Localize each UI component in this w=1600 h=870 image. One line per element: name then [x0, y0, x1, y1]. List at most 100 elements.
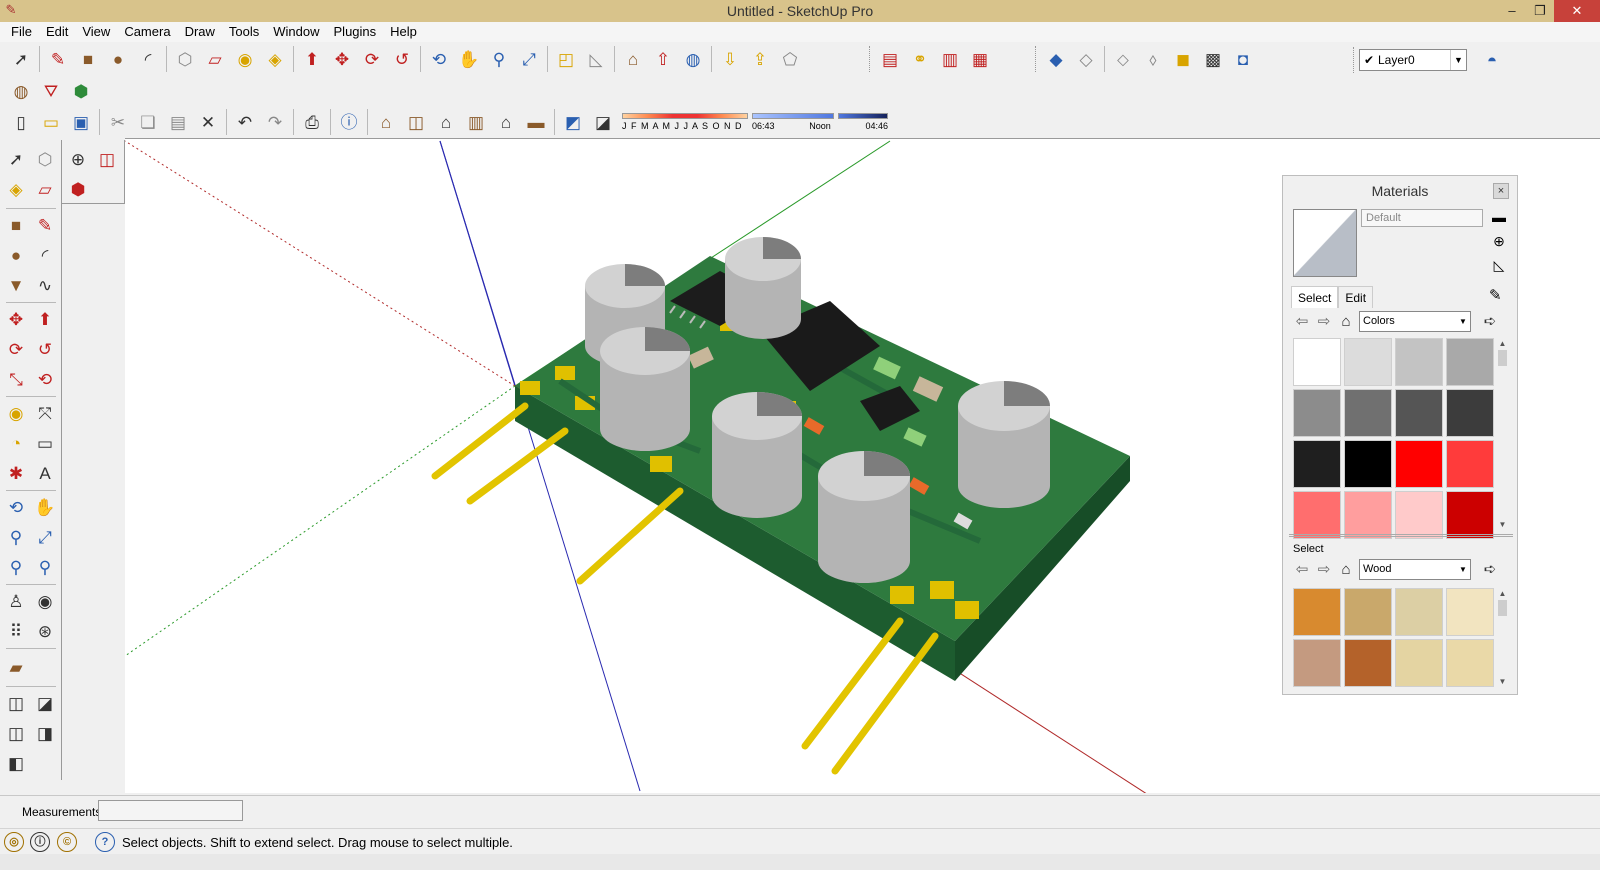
pdf-export-icon[interactable]: ▥ [935, 44, 965, 74]
menu-help[interactable]: Help [383, 22, 424, 42]
rotate-tool-icon[interactable]: ⟳ [2, 336, 30, 364]
material-swatch[interactable] [1293, 639, 1341, 687]
position-camera-icon[interactable]: ♙ [2, 588, 30, 616]
previous-view-icon[interactable]: ⚲ [2, 554, 30, 582]
color-swatches-scrollbar[interactable]: ▲ ▼ [1496, 338, 1509, 531]
eraser-tool-icon[interactable]: ▱ [200, 44, 230, 74]
intersect-icon[interactable]: ◪ [31, 690, 59, 718]
shadow-sliders[interactable]: J F M A M J J A S O N D 06:43 Noon 04:46 [622, 113, 888, 131]
materials-close-button[interactable]: × [1493, 183, 1509, 199]
follow-me-icon[interactable]: ↺ [31, 336, 59, 364]
get-models-icon[interactable]: ⇩ [715, 44, 745, 74]
section-plane-icon[interactable]: ⊛ [31, 618, 59, 646]
rectangle-tool-icon[interactable]: ■ [73, 44, 103, 74]
create-material-icon[interactable]: ⊕ [1489, 233, 1509, 257]
xray-style-icon[interactable]: ◆ [1041, 44, 1071, 74]
menu-file[interactable]: File [4, 22, 39, 42]
geolocation-icon[interactable]: ◎ [4, 832, 24, 852]
look-around-icon[interactable]: ◉ [31, 588, 59, 616]
material-swatch[interactable] [1293, 588, 1341, 636]
walk-tool-icon[interactable]: ⠿ [2, 618, 30, 646]
close-button[interactable]: ✕ [1554, 0, 1600, 22]
extension-warehouse-icon[interactable]: ⬠ [775, 44, 805, 74]
forward-arrow-icon[interactable]: ⇨ [1313, 560, 1335, 578]
circle-tool-icon[interactable]: ● [103, 44, 133, 74]
share-component-icon[interactable]: ⇪ [745, 44, 775, 74]
menu-camera[interactable]: Camera [117, 22, 177, 42]
polygon-tool-icon[interactable]: ▼ [2, 272, 30, 300]
zoom-extents-icon[interactable]: ⤢ [31, 524, 59, 552]
help-icon[interactable]: ? [95, 832, 115, 852]
orbit-tool-icon[interactable]: ⟲ [424, 44, 454, 74]
material-swatch[interactable] [1446, 389, 1494, 437]
scale-tool-icon[interactable]: ⤡ [2, 366, 30, 394]
material-swatch[interactable] [1395, 491, 1443, 539]
material-swatch[interactable] [1446, 588, 1494, 636]
menu-edit[interactable]: Edit [39, 22, 75, 42]
material-swatch[interactable] [1293, 338, 1341, 386]
iso-view-icon[interactable]: ⌂ [371, 107, 401, 137]
pencil-tool-icon[interactable]: ✎ [43, 44, 73, 74]
material-swatch[interactable] [1395, 588, 1443, 636]
material-swatch[interactable] [1395, 440, 1443, 488]
menu-view[interactable]: View [75, 22, 117, 42]
layer-dropdown[interactable]: ✔ Layer0 ▼ [1359, 49, 1467, 71]
open-file-icon[interactable]: ▭ [36, 107, 66, 137]
collection-dropdown-colors[interactable]: Colors ▼ [1359, 310, 1471, 332]
tape-measure-icon[interactable]: ◉ [230, 44, 260, 74]
select-tool-icon[interactable]: ➚ [6, 44, 36, 74]
scroll-thumb[interactable] [1498, 600, 1507, 616]
material-swatch[interactable] [1395, 338, 1443, 386]
material-name-field[interactable]: Default [1361, 209, 1483, 227]
back-arrow-icon[interactable]: ⇦ [1291, 312, 1313, 330]
right-view-icon[interactable]: ▥ [461, 107, 491, 137]
compass-icon[interactable]: ⊕ [64, 146, 92, 174]
sandbox-scratch-icon[interactable]: ⛛ [36, 76, 66, 106]
protractor-icon[interactable]: ◔ [2, 430, 30, 458]
material-swatch[interactable] [1446, 440, 1494, 488]
home-icon[interactable]: ⌂ [1335, 313, 1357, 330]
union-icon[interactable]: ◫ [2, 720, 30, 748]
model-info-icon[interactable]: ⓘ [334, 107, 364, 137]
make-component-icon[interactable]: ⬡ [170, 44, 200, 74]
material-swatch[interactable] [1344, 588, 1392, 636]
google-earth-icon[interactable]: ◍ [678, 44, 708, 74]
details-arrow-icon[interactable]: ➪ [1479, 312, 1501, 330]
eraser-tool-icon[interactable]: ▱ [31, 176, 59, 204]
back-arrow-icon[interactable]: ⇦ [1291, 560, 1313, 578]
sandbox-from-contours-icon[interactable]: ▰ [2, 654, 30, 682]
line-tool-icon[interactable]: ✎ [31, 212, 59, 240]
cut-icon[interactable]: ✂ [103, 107, 133, 137]
outer-shell-icon[interactable]: ◫ [2, 690, 30, 718]
material-swatch[interactable] [1446, 491, 1494, 539]
paint-bucket-icon[interactable]: ◈ [2, 176, 30, 204]
zoom-extents-icon[interactable]: ⤢ [514, 44, 544, 74]
orbit-tool-icon[interactable]: ⟲ [2, 494, 30, 522]
material-swatch[interactable] [1344, 440, 1392, 488]
material-swatch[interactable] [1293, 440, 1341, 488]
material-swatch[interactable] [1344, 338, 1392, 386]
tab-select[interactable]: Select [1291, 286, 1339, 308]
handshake-icon[interactable]: ⚭ [905, 44, 935, 74]
offset-tool-icon[interactable]: ⟲ [31, 366, 59, 394]
menu-tools[interactable]: Tools [222, 22, 266, 42]
back-edges-icon[interactable]: ◇ [1071, 44, 1101, 74]
left-view-icon[interactable]: ▬ [521, 107, 551, 137]
print-icon[interactable]: ⎙ [297, 107, 327, 137]
collection-dropdown-wood[interactable]: Wood ▼ [1359, 558, 1471, 580]
monochrome-style-icon[interactable]: ◘ [1228, 44, 1258, 74]
save-icon[interactable]: ▣ [66, 107, 96, 137]
follow-me-icon[interactable]: ↺ [387, 44, 417, 74]
push-pull-icon[interactable]: ⬆ [31, 306, 59, 334]
new-file-icon[interactable]: ▯ [6, 107, 36, 137]
export-pdf-icon[interactable]: ▤ [875, 44, 905, 74]
details-icon[interactable]: ▬ [1489, 209, 1509, 233]
tape-measure-icon[interactable]: ◉ [2, 400, 30, 428]
arc-tool-icon[interactable]: ◜ [31, 242, 59, 270]
home-icon[interactable]: ⌂ [1335, 561, 1357, 578]
measurements-input[interactable] [98, 800, 243, 821]
license-icon[interactable]: © [57, 832, 77, 852]
forward-arrow-icon[interactable]: ⇨ [1313, 312, 1335, 330]
make-component-icon[interactable]: ⬡ [31, 146, 59, 174]
material-swatch[interactable] [1446, 338, 1494, 386]
